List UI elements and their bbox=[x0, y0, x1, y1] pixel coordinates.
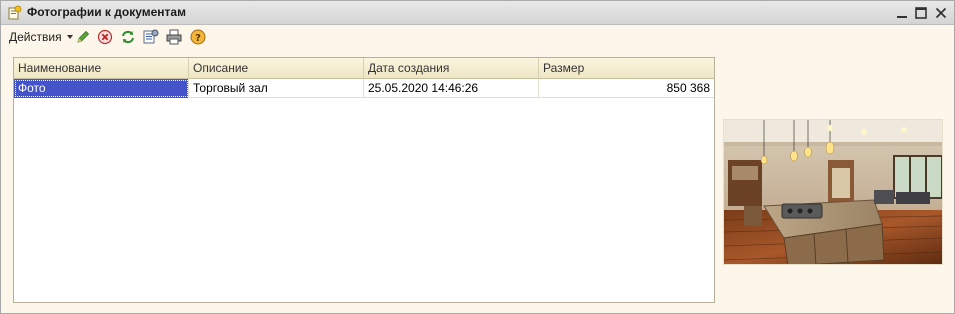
toolbar: Действия ? bbox=[1, 25, 954, 49]
maximize-icon[interactable] bbox=[913, 5, 929, 21]
actions-menu[interactable]: Действия bbox=[9, 30, 73, 44]
print-icon[interactable] bbox=[165, 28, 183, 46]
help-icon[interactable]: ? bbox=[189, 28, 207, 46]
photos-window: Фотографии к документам Действия ? Наиме… bbox=[0, 0, 955, 314]
refresh-icon[interactable] bbox=[119, 28, 137, 46]
column-header-size[interactable]: Размер bbox=[539, 58, 714, 79]
column-header-created[interactable]: Дата создания bbox=[364, 58, 539, 79]
minimize-icon[interactable] bbox=[894, 5, 910, 21]
window-title: Фотографии к документам bbox=[27, 5, 186, 19]
settings-list-icon[interactable] bbox=[142, 28, 160, 46]
document-icon bbox=[8, 5, 22, 20]
cell-created[interactable]: 25.05.2020 14:46:26 bbox=[364, 79, 539, 98]
table-row[interactable]: Фото Торговый зал 25.05.2020 14:46:26 85… bbox=[14, 79, 714, 98]
title-bar: Фотографии к документам bbox=[1, 1, 954, 25]
table-header: Наименование Описание Дата создания Разм… bbox=[14, 58, 714, 79]
kitchen-photo bbox=[724, 120, 942, 264]
delete-icon[interactable] bbox=[96, 28, 114, 46]
cell-name[interactable]: Фото bbox=[14, 79, 189, 98]
documents-table[interactable]: Наименование Описание Дата создания Разм… bbox=[13, 57, 715, 303]
cell-description[interactable]: Торговый зал bbox=[189, 79, 364, 98]
cell-size[interactable]: 850 368 bbox=[539, 79, 714, 98]
svg-text:?: ? bbox=[195, 33, 201, 44]
edit-pencil-icon[interactable] bbox=[74, 28, 92, 46]
photo-preview bbox=[723, 119, 943, 265]
column-header-name[interactable]: Наименование bbox=[14, 58, 189, 79]
actions-label: Действия bbox=[9, 30, 62, 44]
column-header-description[interactable]: Описание bbox=[189, 58, 364, 79]
chevron-down-icon bbox=[66, 35, 73, 39]
close-icon[interactable] bbox=[933, 5, 949, 21]
